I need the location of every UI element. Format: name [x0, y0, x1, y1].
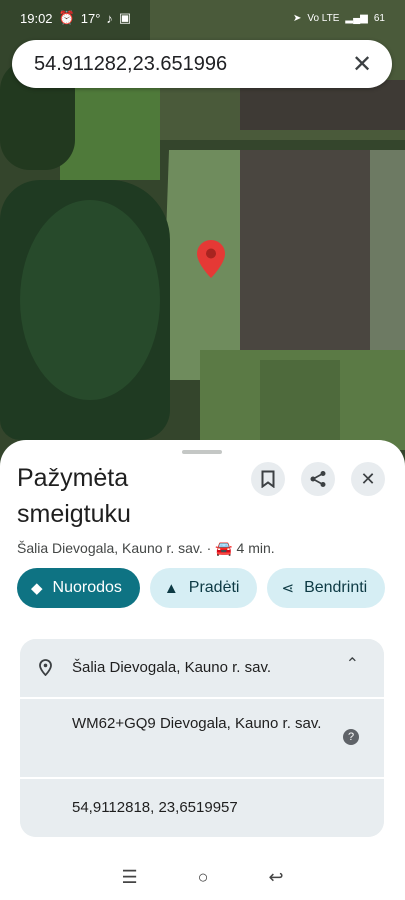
place-subtitle: Šalia Dievogala, Kauno r. sav. · 🚘 4 min… [17, 540, 275, 556]
coordinates-text: 54,9112818, 23,6519957 [72, 799, 238, 816]
action-chips: ◆ Nuorodos ▲ Pradėti ⋖ Bendrinti [17, 568, 386, 608]
notification-icon: ▣ [118, 10, 132, 25]
battery-level: 61 [373, 12, 385, 24]
close-button[interactable]: ✕ [351, 462, 385, 496]
directions-icon: ◆ [31, 580, 43, 597]
save-button[interactable] [251, 462, 285, 496]
address-row[interactable]: Šalia Dievogala, Kauno r. sav. ⌃ [20, 639, 384, 697]
drag-handle[interactable] [182, 450, 222, 454]
address-text: Šalia Dievogala, Kauno r. sav. [72, 659, 272, 676]
share-chip-button[interactable]: ⋖ Bendrinti [267, 568, 386, 608]
close-icon: ✕ [360, 468, 376, 489]
coordinates-row[interactable]: 54,9112818, 23,6519957 [20, 777, 384, 837]
temperature: 17° [80, 10, 101, 26]
car-icon: 🚘 [215, 540, 233, 556]
bookmark-icon [261, 470, 275, 488]
place-sheet: Pažymėta smeigtuku ✕ Šalia Dievogala, Ka… [0, 440, 405, 900]
recent-apps-icon[interactable]: ☰ [121, 867, 137, 888]
drive-time: 4 min. [236, 540, 275, 556]
details-card: Šalia Dievogala, Kauno r. sav. ⌃ WM62+GQ… [20, 639, 384, 837]
search-query[interactable]: 54.911282,23.651996 [34, 53, 348, 76]
share-icon: ⋖ [281, 580, 295, 597]
clear-search-icon[interactable]: ✕ [348, 50, 376, 79]
back-icon[interactable]: ↩ [268, 867, 283, 888]
directions-button[interactable]: ◆ Nuorodos [17, 568, 140, 608]
status-bar: 19:02 ⏰ 17° ♪ ▣ ➤ Vo LTE ▂▄▆ 61 [0, 0, 405, 36]
signal-icon: ▂▄▆ [345, 12, 368, 24]
share-button[interactable] [301, 462, 335, 496]
home-icon[interactable]: ○ [198, 867, 209, 888]
subtitle-location: Šalia Dievogala, Kauno r. sav. [17, 540, 203, 556]
navigation-arrow-icon: ▲ [163, 579, 179, 597]
map-pin-icon[interactable] [197, 240, 225, 278]
clock-time: 19:02 [20, 10, 53, 26]
plus-code-text: WM62+GQ9 Dievogala, Kauno r. sav. [72, 715, 322, 732]
search-bar[interactable]: 54.911282,23.651996 ✕ [12, 40, 392, 88]
network-label: Vo LTE [307, 12, 340, 24]
location-icon: ➤ [292, 12, 302, 24]
plus-code-row[interactable]: WM62+GQ9 Dievogala, Kauno r. sav. ? [20, 697, 384, 779]
location-pin-icon [39, 659, 52, 676]
alarm-icon: ⏰ [58, 10, 75, 25]
tiktok-icon: ♪ [106, 10, 113, 26]
system-nav-bar: ☰ ○ ↩ [0, 855, 405, 900]
place-title: Pažymėta smeigtuku [17, 464, 131, 528]
share-icon [310, 471, 326, 487]
help-icon[interactable]: ? [343, 729, 359, 745]
chevron-up-icon[interactable]: ⌃ [346, 654, 359, 674]
start-button[interactable]: ▲ Pradėti [149, 568, 258, 608]
